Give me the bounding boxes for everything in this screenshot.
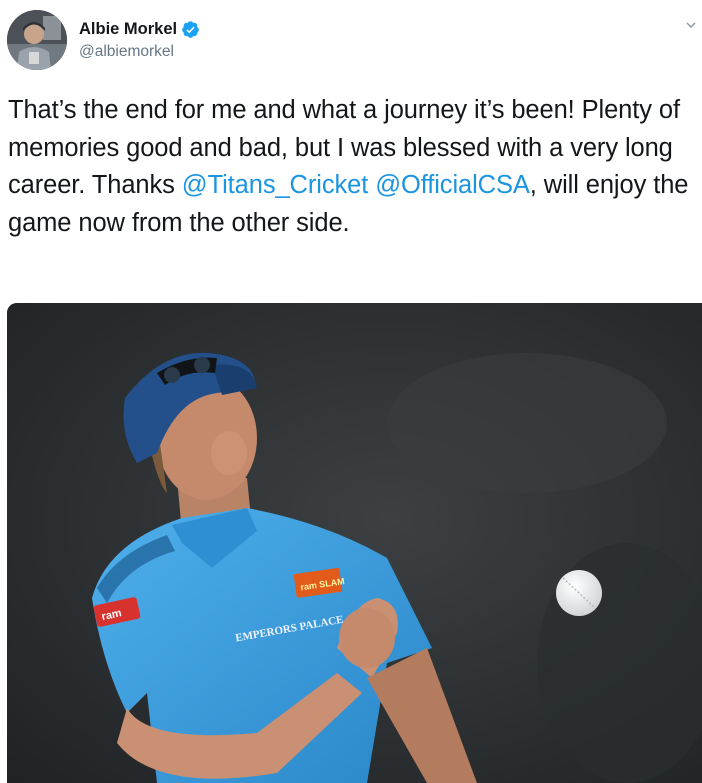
cricketer-photo: ram ram SLAM EMPERORS PALACE <box>7 303 702 783</box>
tweet-text: That’s the end for me and what a journey… <box>8 92 698 242</box>
mention-titans-cricket[interactable]: @Titans_Cricket <box>182 171 369 199</box>
avatar[interactable] <box>7 10 67 70</box>
tweet-photo[interactable]: ram ram SLAM EMPERORS PALACE <box>7 303 702 783</box>
verified-badge-icon <box>182 21 199 38</box>
mention-official-csa[interactable]: @OfficialCSA <box>375 171 530 199</box>
avatar-image <box>7 10 67 70</box>
user-handle[interactable]: @albiemorkel <box>79 43 174 61</box>
display-name[interactable]: Albie Morkel <box>79 20 177 39</box>
chevron-down-icon[interactable] <box>686 20 696 30</box>
tweet-card[interactable]: Albie Morkel @albiemorkel That’s the end… <box>0 0 702 783</box>
